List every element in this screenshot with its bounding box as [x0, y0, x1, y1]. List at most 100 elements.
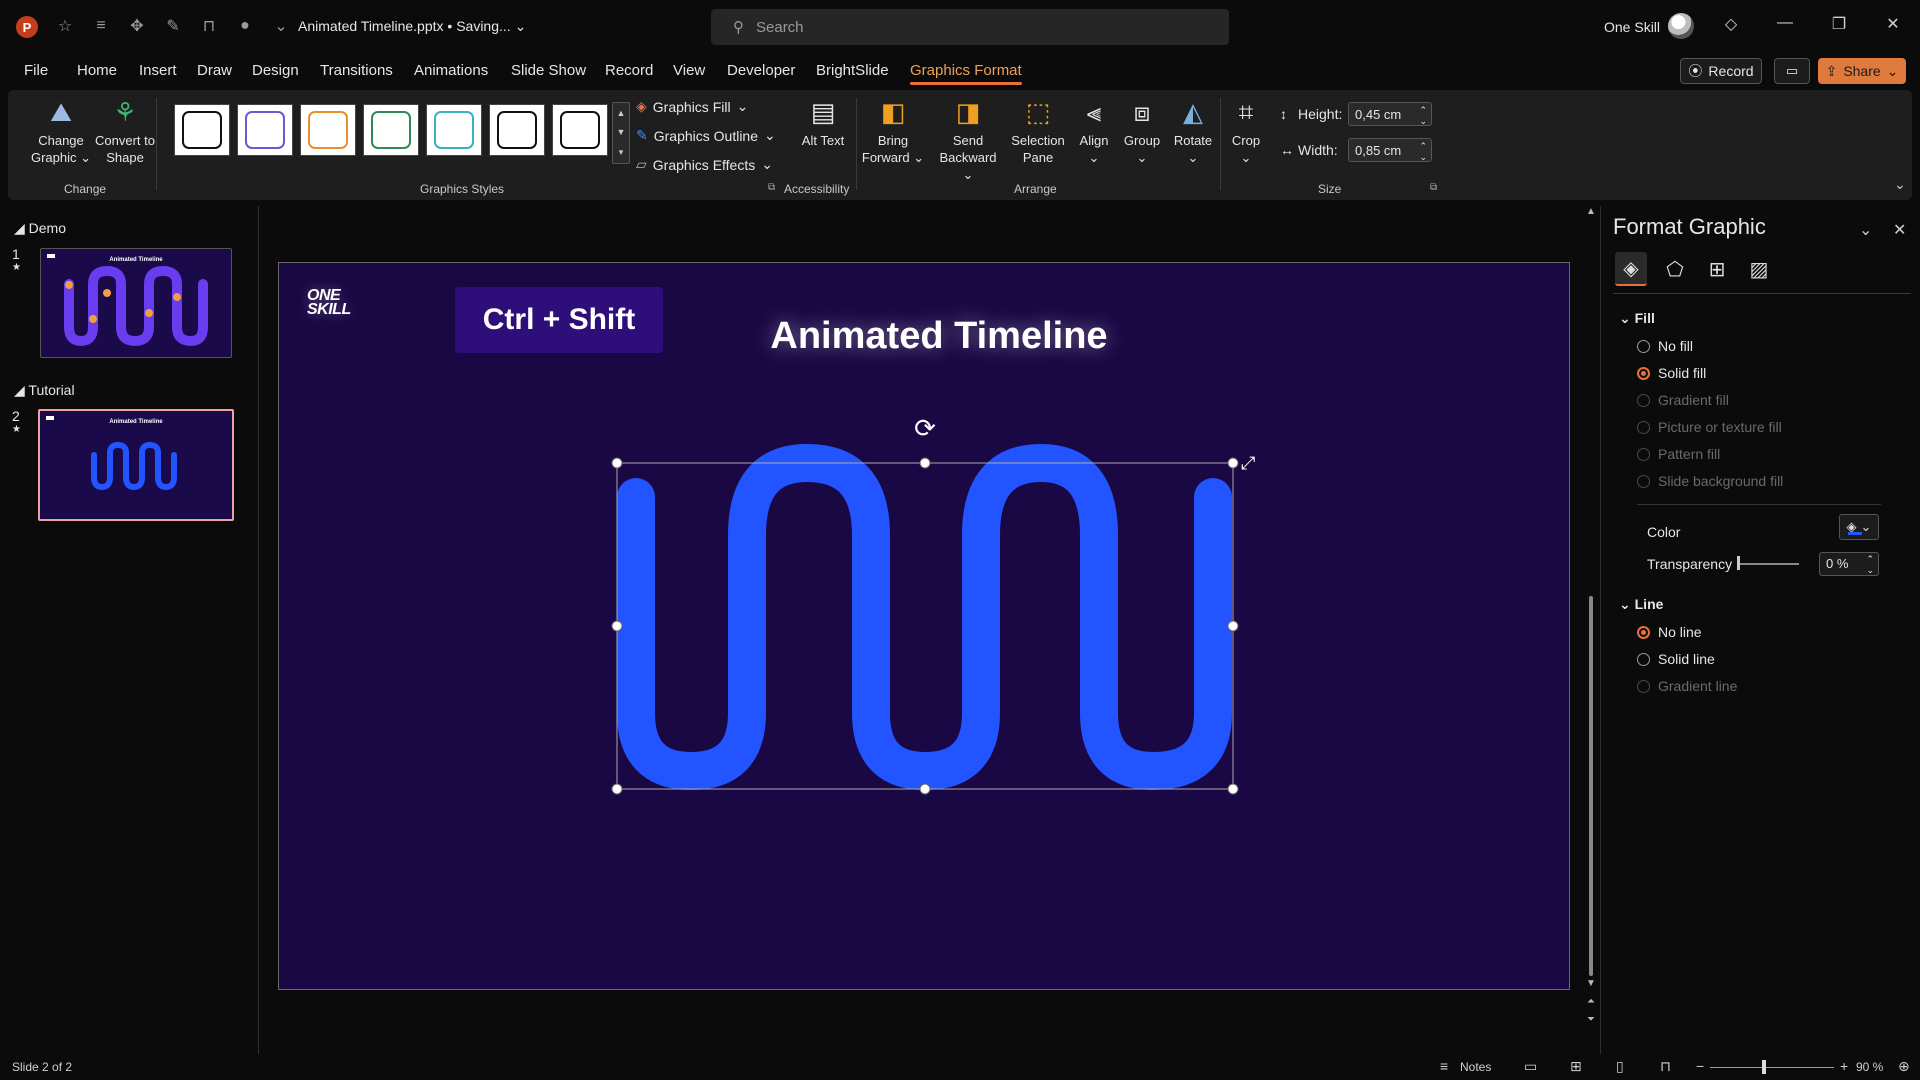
fill-line-icon[interactable]: ◈: [1615, 252, 1647, 286]
notes-icon[interactable]: ≡: [1440, 1058, 1448, 1074]
radio[interactable]: [1637, 339, 1650, 353]
document-title[interactable]: Animated Timeline.pptx • Saving... ⌄: [298, 18, 526, 35]
tab-animations[interactable]: Animations: [414, 62, 488, 79]
rotate-button[interactable]: ◭ Rotate ⌄: [1168, 96, 1218, 166]
reading-view-icon[interactable]: ▯: [1616, 1058, 1624, 1075]
line-section-header[interactable]: ⌄ Line: [1619, 596, 1663, 613]
tab-brightslide[interactable]: BrightSlide: [816, 62, 889, 79]
graphics-fill-button[interactable]: ◈ Graphics Fill ⌄: [636, 98, 748, 115]
tab-record[interactable]: Record: [605, 62, 653, 79]
section-tutorial[interactable]: ◢ Tutorial: [14, 382, 75, 399]
fill-section-header[interactable]: ⌄ Fill: [1619, 310, 1655, 327]
notes-button[interactable]: Notes: [1460, 1060, 1491, 1074]
tab-file[interactable]: File: [24, 62, 48, 79]
color-picker-button[interactable]: ◈ ⌄: [1839, 514, 1879, 540]
tab-graphics-format[interactable]: Graphics Format: [910, 62, 1022, 85]
close-icon[interactable]: ✕: [1878, 14, 1908, 34]
tab-developer[interactable]: Developer: [727, 62, 795, 79]
autosave-icon[interactable]: ☆: [54, 16, 76, 36]
presenter-icon[interactable]: ⊓: [198, 16, 220, 36]
ribbon-collapse-icon[interactable]: ⌄: [1894, 176, 1906, 193]
transparency-field[interactable]: 0 % ⌃ ⌄: [1819, 552, 1879, 576]
diamond-icon[interactable]: ◇: [1716, 14, 1746, 34]
record-button[interactable]: ⦿ Record: [1680, 58, 1762, 84]
align-button[interactable]: ⫷ Align ⌄: [1072, 96, 1116, 166]
picture-icon[interactable]: ▨: [1743, 252, 1775, 286]
scroll-down-icon[interactable]: ▼: [1584, 978, 1598, 989]
comments-button[interactable]: ▭: [1774, 58, 1810, 84]
chevron-down-icon[interactable]: ▼: [617, 127, 626, 137]
tab-design[interactable]: Design: [252, 62, 299, 79]
share-button[interactable]: ⇪ Share ⌄: [1818, 58, 1906, 84]
solid-line-option[interactable]: Solid line: [1637, 651, 1715, 667]
redo-icon[interactable]: ●: [234, 17, 256, 35]
undo-icon[interactable]: ≡: [90, 17, 112, 35]
group-button[interactable]: ⧈ Group ⌄: [1118, 96, 1166, 166]
chevron-up-icon[interactable]: ▲: [617, 108, 626, 118]
selection-pane-button[interactable]: ⬚ Selection Pane: [1006, 96, 1070, 166]
no-fill-option[interactable]: No fill: [1637, 338, 1693, 354]
style-swatch[interactable]: [363, 104, 419, 156]
slide-show-icon[interactable]: ⊓: [1660, 1058, 1671, 1075]
tab-home[interactable]: Home: [77, 62, 117, 79]
restore-icon[interactable]: ❐: [1824, 14, 1854, 34]
tab-view[interactable]: View: [673, 62, 705, 79]
wave-graphic[interactable]: ⟳ ⤢: [279, 263, 1570, 990]
style-swatch[interactable]: [300, 104, 356, 156]
zoom-slider-track[interactable]: [1710, 1067, 1834, 1068]
user-name[interactable]: One Skill: [1604, 19, 1660, 35]
graphics-outline-button[interactable]: ✎ Graphics Outline ⌄: [636, 127, 776, 144]
no-line-option[interactable]: No line: [1637, 624, 1702, 640]
avatar[interactable]: [1668, 13, 1694, 39]
slide-thumbnail-1[interactable]: Animated Timeline: [40, 248, 232, 358]
next-slide-icon[interactable]: ⏷: [1584, 1014, 1598, 1025]
expand-gallery-icon[interactable]: ▾: [619, 147, 624, 158]
style-swatch[interactable]: [489, 104, 545, 156]
dialog-launcher-icon[interactable]: ⧉: [1430, 182, 1437, 193]
tab-draw[interactable]: Draw: [197, 62, 232, 79]
effects-icon[interactable]: ⬠: [1659, 252, 1691, 286]
radio[interactable]: [1637, 625, 1650, 639]
spinner-icon[interactable]: ⌃ ⌄: [1866, 554, 1874, 576]
send-backward-button[interactable]: ◨ Send Backward ⌄: [934, 96, 1002, 183]
zoom-out-icon[interactable]: −: [1696, 1058, 1704, 1074]
convert-to-shape-button[interactable]: ⚘ Convert to Shape: [92, 96, 158, 166]
style-swatch[interactable]: [174, 104, 230, 156]
change-graphic-button[interactable]: ⛰ Change Graphic ⌄: [26, 96, 96, 166]
fit-to-window-icon[interactable]: ⊕: [1898, 1058, 1910, 1075]
style-swatch[interactable]: [552, 104, 608, 156]
touch-mode-icon[interactable]: ✥: [126, 16, 148, 36]
section-demo[interactable]: ◢ Demo: [14, 220, 66, 237]
tab-slide-show[interactable]: Slide Show: [511, 62, 586, 79]
radio[interactable]: [1637, 366, 1650, 380]
zoom-slider-thumb[interactable]: [1762, 1060, 1766, 1074]
slide[interactable]: ONE SKILL Ctrl + Shift Animated Timeline …: [278, 262, 1570, 990]
minimize-icon[interactable]: —: [1770, 14, 1800, 32]
search-input[interactable]: ⚲ Search: [711, 9, 1229, 45]
style-swatch[interactable]: [237, 104, 293, 156]
radio[interactable]: [1637, 652, 1650, 666]
gallery-scroll[interactable]: ▲ ▼ ▾: [612, 102, 630, 164]
pane-options-icon[interactable]: ⌄: [1859, 220, 1872, 240]
close-pane-icon[interactable]: ✕: [1893, 220, 1906, 240]
zoom-level[interactable]: 90 %: [1856, 1060, 1883, 1074]
tab-transitions[interactable]: Transitions: [320, 62, 393, 79]
customize-icon[interactable]: ⌄: [270, 16, 292, 36]
bring-forward-button[interactable]: ◧ Bring Forward ⌄: [860, 96, 926, 166]
spinner-icon[interactable]: ⌃ ⌄: [1419, 105, 1427, 127]
tab-insert[interactable]: Insert: [139, 62, 177, 79]
alt-text-button[interactable]: ▤ Alt Text: [796, 96, 850, 149]
vertical-scrollbar[interactable]: ▲ ▼ ⏶ ⏷: [1584, 206, 1598, 1036]
graphics-effects-button[interactable]: ▱ Graphics Effects ⌄: [636, 156, 773, 173]
style-swatch[interactable]: [426, 104, 482, 156]
slide-sorter-icon[interactable]: ⊞: [1570, 1058, 1582, 1075]
height-field[interactable]: 0,45 cm ⌃ ⌄: [1348, 102, 1432, 126]
transparency-slider-track[interactable]: [1739, 563, 1799, 565]
previous-slide-icon[interactable]: ⏶: [1584, 996, 1598, 1007]
scroll-up-icon[interactable]: ▲: [1584, 206, 1598, 217]
transparency-slider-thumb[interactable]: [1737, 556, 1740, 570]
normal-view-icon[interactable]: ▭: [1524, 1058, 1537, 1075]
dialog-launcher-icon[interactable]: ⧉: [768, 182, 775, 193]
width-field[interactable]: 0,85 cm ⌃ ⌄: [1348, 138, 1432, 162]
size-properties-icon[interactable]: ⊞: [1701, 252, 1733, 286]
